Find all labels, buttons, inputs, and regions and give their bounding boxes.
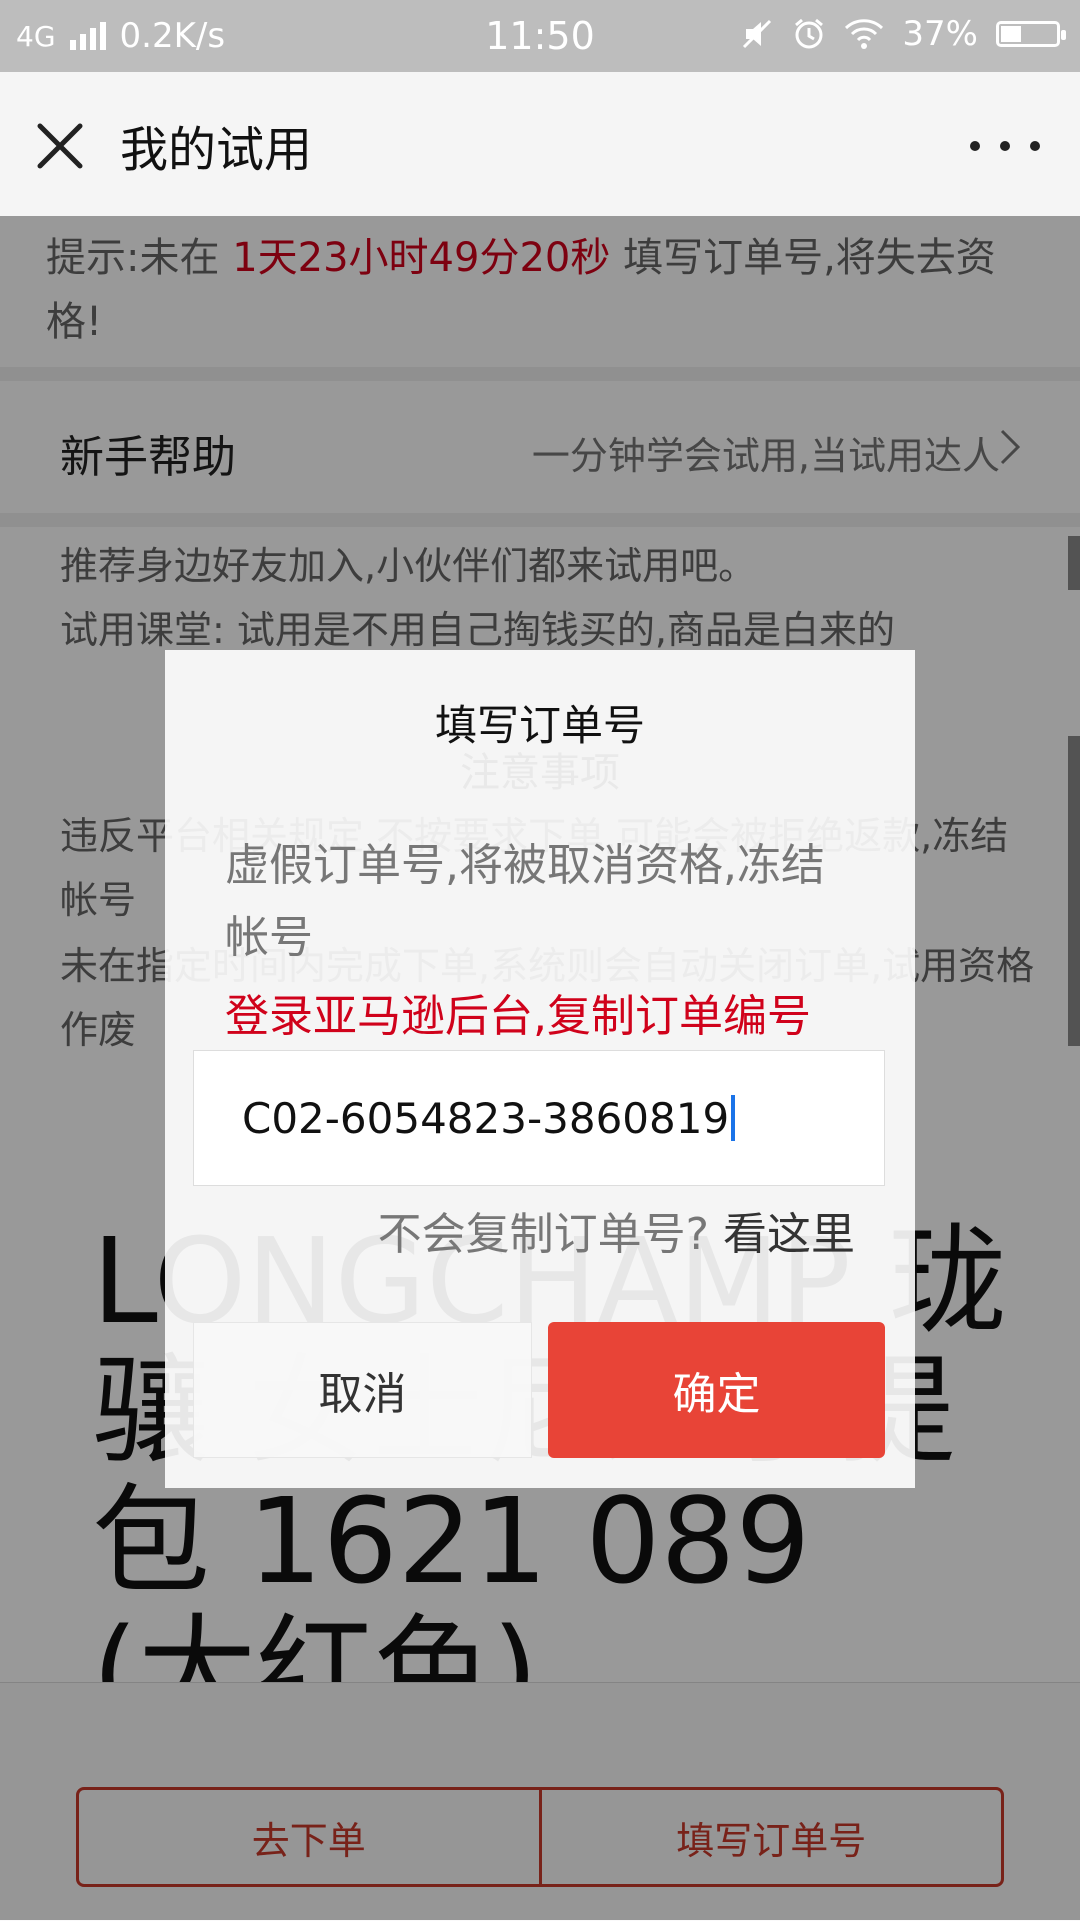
title-bar: 我的试用 xyxy=(0,72,1080,216)
order-number-value: C02-6054823-3860819 xyxy=(242,1093,730,1143)
page-title: 我的试用 xyxy=(120,122,313,178)
order-number-dialog: 填写订单号 虚假订单号,将被取消资格,冻结帐号 登录亚马逊后台,复制订单编号 C… xyxy=(165,650,915,1488)
battery-level xyxy=(1001,26,1021,42)
copy-help-link[interactable]: 看这里 xyxy=(723,1209,855,1260)
dialog-instruction: 登录亚马逊后台,复制订单编号 xyxy=(225,991,811,1042)
more-icon[interactable] xyxy=(970,116,1040,176)
dialog-warning: 虚假订单号,将被取消资格,冻结帐号 xyxy=(225,840,825,963)
battery-percent: 37% xyxy=(902,14,978,54)
mute-icon xyxy=(743,19,772,49)
battery-icon xyxy=(996,21,1066,47)
close-icon[interactable] xyxy=(30,116,90,176)
wifi-icon xyxy=(845,19,884,49)
dialog-title: 填写订单号 xyxy=(434,701,645,750)
status-bar: 4G 0.2K/s 11:50 37% xyxy=(0,0,1080,72)
order-number-input[interactable]: C02-6054823-3860819 xyxy=(193,1050,885,1186)
dialog-buttons: 取消 确定 xyxy=(193,1322,885,1458)
alarm-icon xyxy=(795,18,824,49)
confirm-button[interactable]: 确定 xyxy=(548,1322,885,1458)
status-right: 37% xyxy=(740,14,1066,54)
copy-help: 不会复制订单号? 看这里 xyxy=(165,1198,855,1262)
copy-help-text: 不会复制订单号? xyxy=(377,1209,709,1260)
text-cursor xyxy=(731,1095,736,1141)
cancel-button[interactable]: 取消 xyxy=(193,1322,532,1458)
